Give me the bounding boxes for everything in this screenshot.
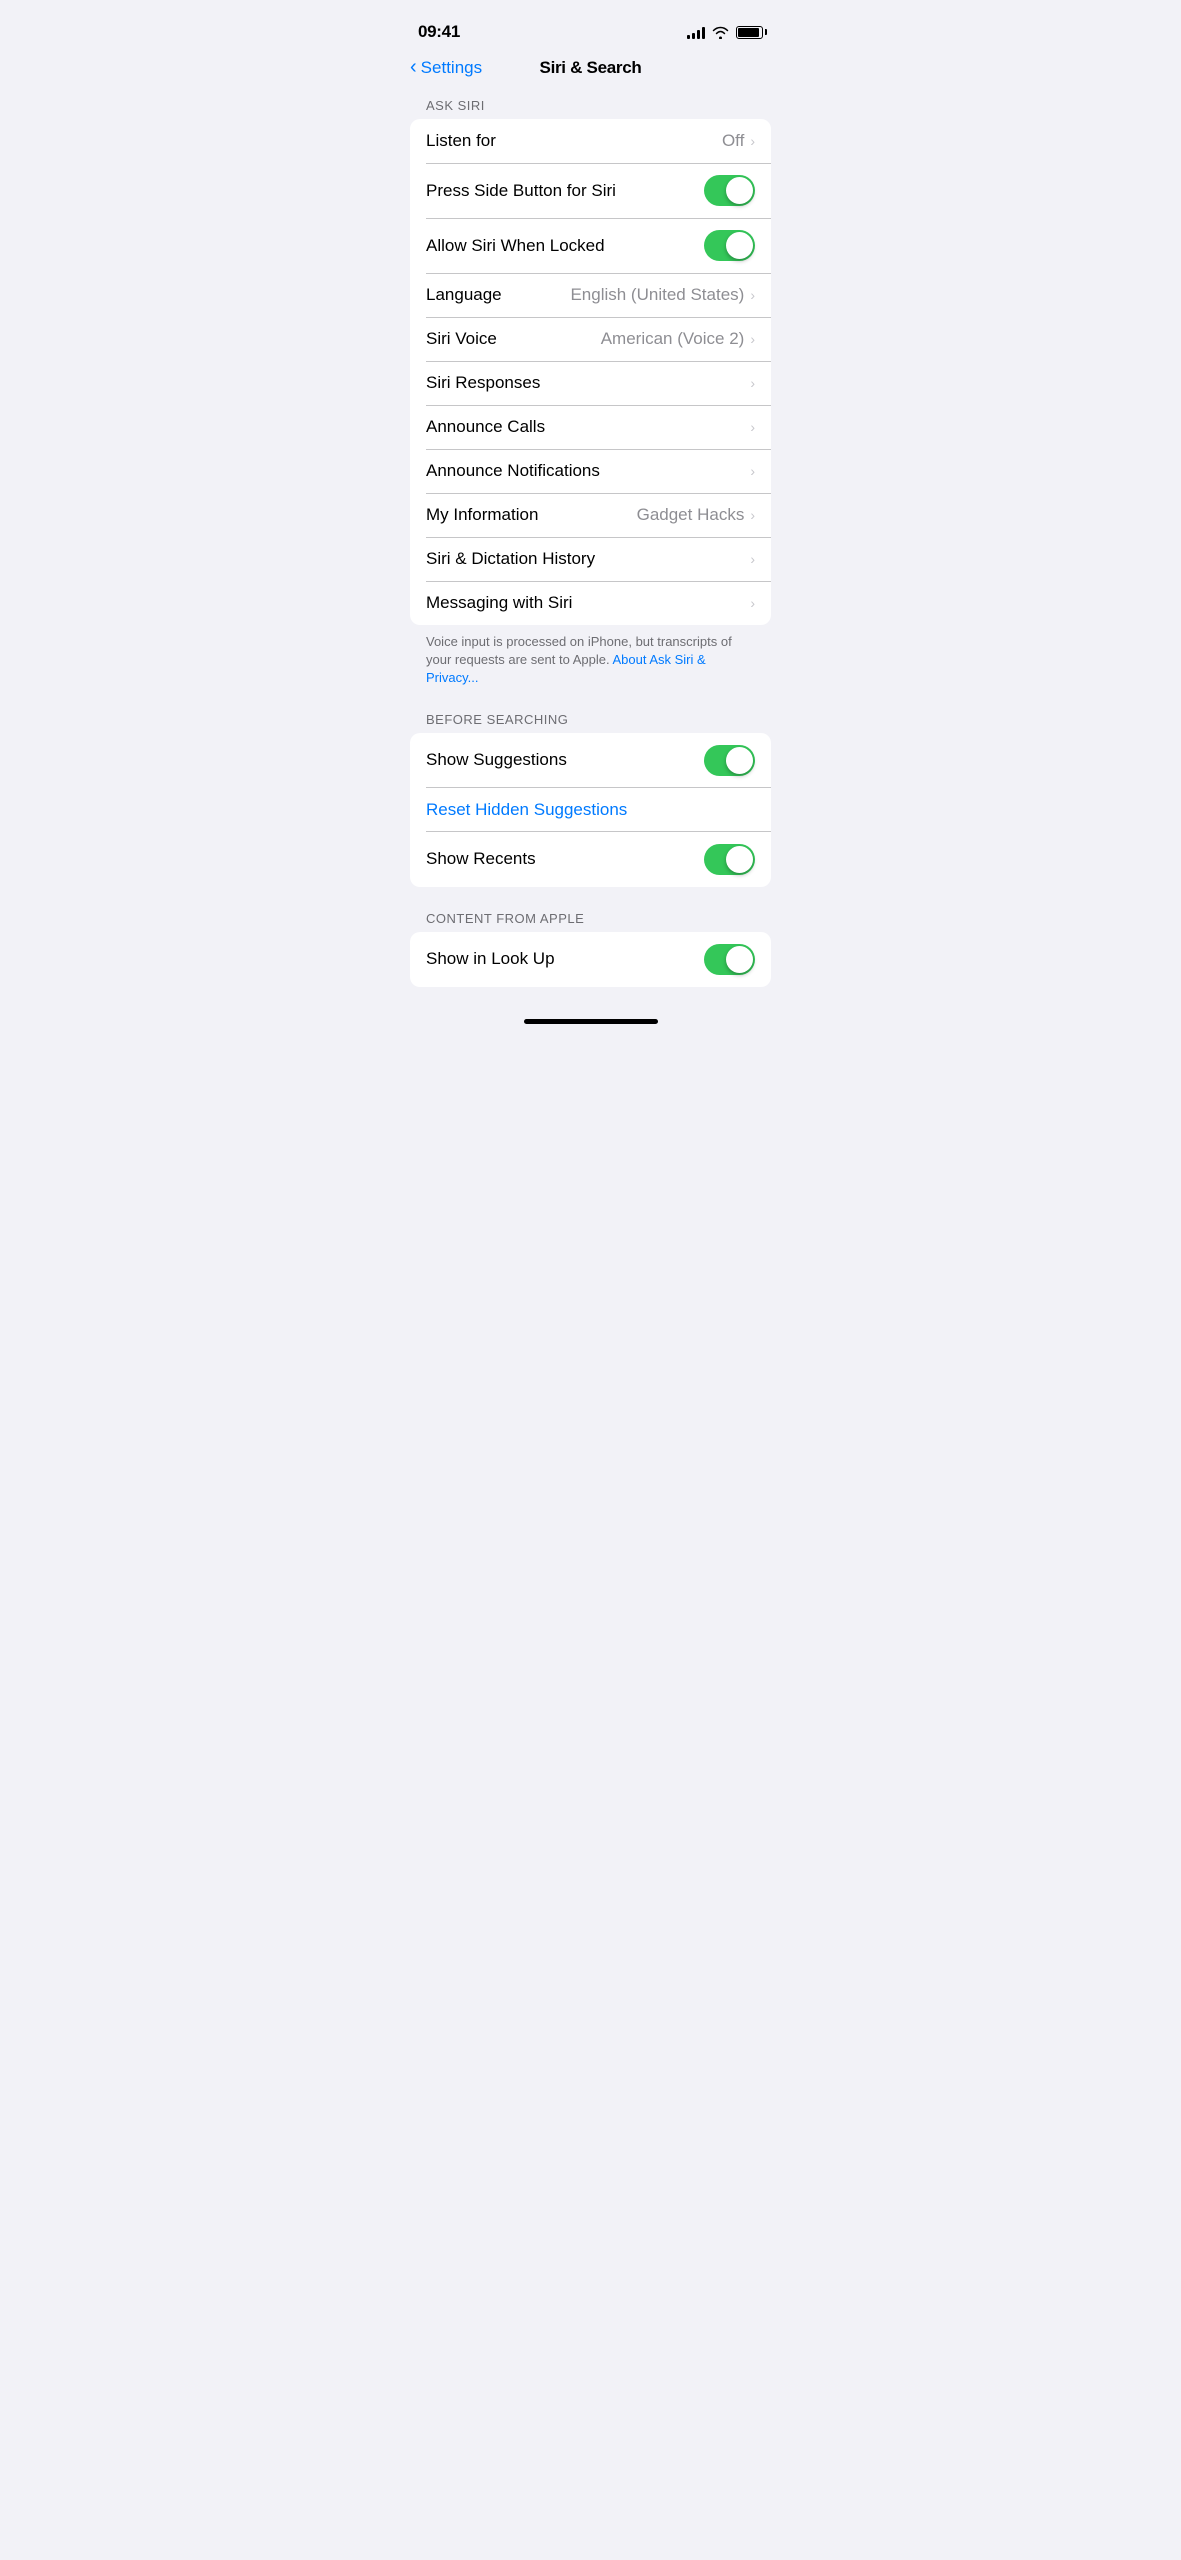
press-side-button-toggle[interactable] (704, 175, 755, 206)
home-indicator-area (394, 987, 787, 1036)
toggle-thumb (726, 946, 753, 973)
content-from-apple-header: CONTENT FROM APPLE (394, 911, 787, 932)
back-label: Settings (421, 58, 482, 78)
back-button[interactable]: ‹ Settings (410, 57, 482, 79)
siri-voice-label: Siri Voice (426, 329, 601, 349)
show-suggestions-label: Show Suggestions (426, 750, 704, 770)
show-recents-label: Show Recents (426, 849, 704, 869)
toggle-thumb (726, 232, 753, 259)
language-item[interactable]: Language English (United States) › (410, 273, 771, 317)
chevron-right-icon: › (750, 331, 755, 347)
show-in-look-up-label: Show in Look Up (426, 949, 704, 969)
my-information-value: Gadget Hacks (637, 505, 745, 525)
before-searching-header: BEFORE SEARCHING (394, 712, 787, 733)
signal-icon (687, 26, 705, 39)
nav-header: ‹ Settings Siri & Search (394, 50, 787, 90)
siri-voice-item[interactable]: Siri Voice American (Voice 2) › (410, 317, 771, 361)
page-title: Siri & Search (540, 58, 642, 78)
listen-for-item[interactable]: Listen for Off › (410, 119, 771, 163)
toggle-thumb (726, 747, 753, 774)
siri-dictation-history-label: Siri & Dictation History (426, 549, 750, 569)
battery-icon (736, 26, 763, 39)
announce-notifications-label: Announce Notifications (426, 461, 750, 481)
announce-notifications-item[interactable]: Announce Notifications › (410, 449, 771, 493)
status-time: 09:41 (418, 22, 460, 42)
chevron-right-icon: › (750, 133, 755, 149)
chevron-right-icon: › (750, 287, 755, 303)
show-recents-item: Show Recents (410, 832, 771, 887)
chevron-right-icon: › (750, 507, 755, 523)
my-information-label: My Information (426, 505, 637, 525)
siri-dictation-history-item[interactable]: Siri & Dictation History › (410, 537, 771, 581)
siri-responses-item[interactable]: Siri Responses › (410, 361, 771, 405)
ask-siri-header: ASK SIRI (394, 98, 787, 119)
press-side-button-item: Press Side Button for Siri (410, 163, 771, 218)
reset-hidden-suggestions-item[interactable]: Reset Hidden Suggestions (410, 788, 771, 832)
listen-for-label: Listen for (426, 131, 722, 151)
show-recents-toggle[interactable] (704, 844, 755, 875)
before-searching-card: Show Suggestions Reset Hidden Suggestion… (410, 733, 771, 887)
show-suggestions-toggle[interactable] (704, 745, 755, 776)
battery-fill (738, 28, 759, 37)
status-bar: 09:41 (394, 0, 787, 50)
status-icons (687, 26, 763, 39)
messaging-with-siri-label: Messaging with Siri (426, 593, 750, 613)
allow-locked-label: Allow Siri When Locked (426, 236, 704, 256)
press-side-button-label: Press Side Button for Siri (426, 181, 704, 201)
my-information-item[interactable]: My Information Gadget Hacks › (410, 493, 771, 537)
chevron-right-icon: › (750, 551, 755, 567)
ask-siri-section: ASK SIRI Listen for Off › Press Side But… (394, 98, 787, 704)
show-in-look-up-item: Show in Look Up (410, 932, 771, 987)
toggle-thumb (726, 846, 753, 873)
messaging-with-siri-item[interactable]: Messaging with Siri › (410, 581, 771, 625)
siri-voice-value: American (Voice 2) (601, 329, 745, 349)
siri-responses-label: Siri Responses (426, 373, 750, 393)
before-searching-section: BEFORE SEARCHING Show Suggestions Reset … (394, 712, 787, 887)
toggle-thumb (726, 177, 753, 204)
chevron-right-icon: › (750, 595, 755, 611)
ask-siri-card: Listen for Off › Press Side Button for S… (410, 119, 771, 625)
language-label: Language (426, 285, 570, 305)
ask-siri-footer: Voice input is processed on iPhone, but … (394, 625, 787, 704)
wifi-icon (712, 26, 729, 39)
announce-calls-label: Announce Calls (426, 417, 750, 437)
content-from-apple-card: Show in Look Up (410, 932, 771, 987)
allow-locked-item: Allow Siri When Locked (410, 218, 771, 273)
content-from-apple-section: CONTENT FROM APPLE Show in Look Up (394, 911, 787, 987)
home-indicator (524, 1019, 658, 1024)
back-chevron-icon: ‹ (410, 56, 417, 79)
chevron-right-icon: › (750, 463, 755, 479)
allow-locked-toggle[interactable] (704, 230, 755, 261)
language-value: English (United States) (570, 285, 744, 305)
reset-hidden-suggestions-label: Reset Hidden Suggestions (426, 800, 627, 820)
show-in-look-up-toggle[interactable] (704, 944, 755, 975)
listen-for-value: Off (722, 131, 744, 151)
chevron-right-icon: › (750, 375, 755, 391)
chevron-right-icon: › (750, 419, 755, 435)
announce-calls-item[interactable]: Announce Calls › (410, 405, 771, 449)
show-suggestions-item: Show Suggestions (410, 733, 771, 788)
